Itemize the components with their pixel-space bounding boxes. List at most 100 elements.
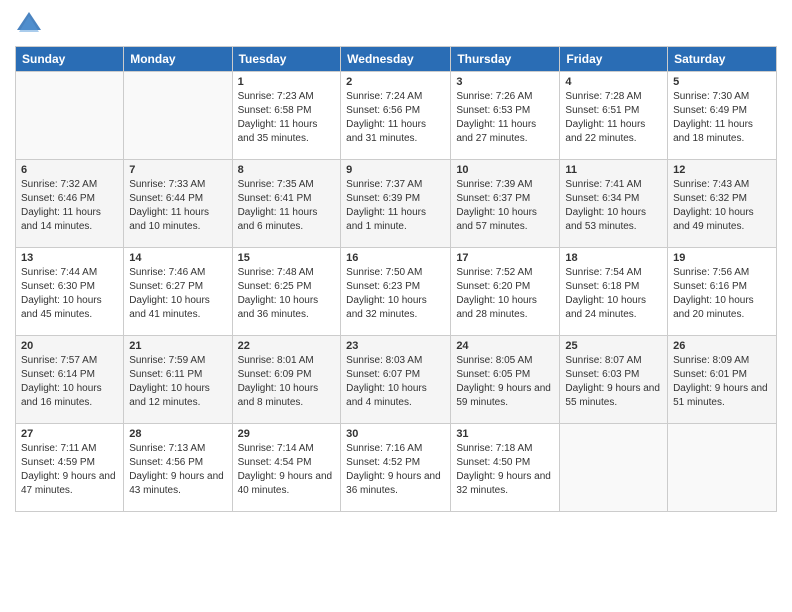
day-cell: 18 Sunrise: 7:54 AMSunset: 6:18 PMDayligh… xyxy=(560,248,668,336)
day-cell: 31Sunrise: 7:18 AMSunset: 4:50 PMDayligh… xyxy=(451,424,560,512)
day-info: Sunrise: 7:50 AMSunset: 6:23 PMDaylight:… xyxy=(346,266,445,322)
day-number: 1 xyxy=(238,76,336,88)
day-info: Sunrise: 7:11 AMSunset: 4:59 PMDaylight:… xyxy=(21,442,118,498)
day-number: 4 xyxy=(565,76,662,88)
day-cell: 4 Sunrise: 7:28 AMSunset: 6:51 PMDaylight… xyxy=(560,72,668,160)
day-cell: 11 Sunrise: 7:41 AMSunset: 6:34 PMDayligh… xyxy=(560,160,668,248)
day-cell xyxy=(560,424,668,512)
calendar-table: SundayMondayTuesdayWednesdayThursdayFrid… xyxy=(15,46,777,512)
day-info: Sunrise: 7:14 AMSunset: 4:54 PMDaylight:… xyxy=(238,442,336,498)
day-info: Sunrise: 8:03 AMSunset: 6:07 PMDaylight:… xyxy=(346,354,445,410)
day-info: Sunrise: 7:30 AMSunset: 6:49 PMDaylight:… xyxy=(673,90,771,146)
day-cell: 8Sunrise: 7:35 AMSunset: 6:41 PMDaylight… xyxy=(232,160,341,248)
day-info: Sunrise: 7:41 AMSunset: 6:34 PMDaylight:… xyxy=(565,178,662,234)
day-cell: 30 Sunrise: 7:16 AMSunset: 4:52 PMDayligh… xyxy=(341,424,451,512)
day-info: Sunrise: 8:09 AMSunset: 6:01 PMDaylight:… xyxy=(673,354,771,410)
day-info: Sunrise: 7:57 AMSunset: 6:14 PMDaylight:… xyxy=(21,354,118,410)
day-number: 24 xyxy=(456,340,554,352)
day-info: Sunrise: 7:18 AMSunset: 4:50 PMDaylight:… xyxy=(456,442,554,498)
day-cell: 15Sunrise: 7:48 AMSunset: 6:25 PMDayligh… xyxy=(232,248,341,336)
day-number: 3 xyxy=(456,76,554,88)
day-info: Sunrise: 7:26 AMSunset: 6:53 PMDaylight:… xyxy=(456,90,554,146)
day-info: Sunrise: 7:13 AMSunset: 4:56 PMDaylight:… xyxy=(129,442,226,498)
day-number: 30 xyxy=(346,428,445,440)
day-cell: 19 Sunrise: 7:56 AMSunset: 6:16 PMDayligh… xyxy=(668,248,777,336)
day-cell: 1 Sunrise: 7:23 AMSunset: 6:58 PMDaylight… xyxy=(232,72,341,160)
day-number: 22 xyxy=(238,340,336,352)
day-cell: 21 Sunrise: 7:59 AMSunset: 6:11 PMDayligh… xyxy=(124,336,232,424)
day-number: 19 xyxy=(673,252,771,264)
day-number: 13 xyxy=(21,252,118,264)
day-info: Sunrise: 7:24 AMSunset: 6:56 PMDaylight:… xyxy=(346,90,445,146)
day-info: Sunrise: 7:32 AMSunset: 6:46 PMDaylight:… xyxy=(21,178,118,234)
day-info: Sunrise: 7:28 AMSunset: 6:51 PMDaylight:… xyxy=(565,90,662,146)
day-info: Sunrise: 7:56 AMSunset: 6:16 PMDaylight:… xyxy=(673,266,771,322)
week-row-5: 27 Sunrise: 7:11 AMSunset: 4:59 PMDayligh… xyxy=(16,424,777,512)
day-number: 10 xyxy=(456,164,554,176)
day-number: 6 xyxy=(21,164,118,176)
day-number: 12 xyxy=(673,164,771,176)
day-cell: 2 Sunrise: 7:24 AMSunset: 6:56 PMDaylight… xyxy=(341,72,451,160)
day-number: 17 xyxy=(456,252,554,264)
day-cell: 22 Sunrise: 8:01 AMSunset: 6:09 PMDayligh… xyxy=(232,336,341,424)
day-cell: 28 Sunrise: 7:13 AMSunset: 4:56 PMDayligh… xyxy=(124,424,232,512)
day-number: 14 xyxy=(129,252,226,264)
weekday-header-friday: Friday xyxy=(560,47,668,72)
day-number: 25 xyxy=(565,340,662,352)
day-number: 28 xyxy=(129,428,226,440)
day-number: 9 xyxy=(346,164,445,176)
day-number: 21 xyxy=(129,340,226,352)
day-cell: 27 Sunrise: 7:11 AMSunset: 4:59 PMDayligh… xyxy=(16,424,124,512)
day-number: 26 xyxy=(673,340,771,352)
weekday-header-thursday: Thursday xyxy=(451,47,560,72)
day-cell: 20 Sunrise: 7:57 AMSunset: 6:14 PMDayligh… xyxy=(16,336,124,424)
day-number: 29 xyxy=(238,428,336,440)
day-cell: 25 Sunrise: 8:07 AMSunset: 6:03 PMDayligh… xyxy=(560,336,668,424)
week-row-1: 1 Sunrise: 7:23 AMSunset: 6:58 PMDaylight… xyxy=(16,72,777,160)
day-info: Sunrise: 7:46 AMSunset: 6:27 PMDaylight:… xyxy=(129,266,226,322)
day-number: 5 xyxy=(673,76,771,88)
day-cell: 26 Sunrise: 8:09 AMSunset: 6:01 PMDayligh… xyxy=(668,336,777,424)
day-info: Sunrise: 8:01 AMSunset: 6:09 PMDaylight:… xyxy=(238,354,336,410)
day-number: 20 xyxy=(21,340,118,352)
day-cell: 5 Sunrise: 7:30 AMSunset: 6:49 PMDaylight… xyxy=(668,72,777,160)
day-cell: 29 Sunrise: 7:14 AMSunset: 4:54 PMDayligh… xyxy=(232,424,341,512)
header xyxy=(15,10,777,38)
week-row-3: 13Sunrise: 7:44 AMSunset: 6:30 PMDayligh… xyxy=(16,248,777,336)
day-info: Sunrise: 7:54 AMSunset: 6:18 PMDaylight:… xyxy=(565,266,662,322)
day-number: 15 xyxy=(238,252,336,264)
weekday-header-sunday: Sunday xyxy=(16,47,124,72)
day-number: 27 xyxy=(21,428,118,440)
day-number: 11 xyxy=(565,164,662,176)
day-number: 23 xyxy=(346,340,445,352)
day-number: 18 xyxy=(565,252,662,264)
day-number: 8 xyxy=(238,164,336,176)
day-info: Sunrise: 8:07 AMSunset: 6:03 PMDaylight:… xyxy=(565,354,662,410)
day-info: Sunrise: 7:16 AMSunset: 4:52 PMDaylight:… xyxy=(346,442,445,498)
weekday-header-row: SundayMondayTuesdayWednesdayThursdayFrid… xyxy=(16,47,777,72)
day-info: Sunrise: 7:59 AMSunset: 6:11 PMDaylight:… xyxy=(129,354,226,410)
day-cell: 13Sunrise: 7:44 AMSunset: 6:30 PMDayligh… xyxy=(16,248,124,336)
day-cell: 10 Sunrise: 7:39 AMSunset: 6:37 PMDayligh… xyxy=(451,160,560,248)
day-cell: 24 Sunrise: 8:05 AMSunset: 6:05 PMDayligh… xyxy=(451,336,560,424)
day-cell: 12Sunrise: 7:43 AMSunset: 6:32 PMDayligh… xyxy=(668,160,777,248)
weekday-header-tuesday: Tuesday xyxy=(232,47,341,72)
weekday-header-monday: Monday xyxy=(124,47,232,72)
day-cell: 3 Sunrise: 7:26 AMSunset: 6:53 PMDaylight… xyxy=(451,72,560,160)
page: SundayMondayTuesdayWednesdayThursdayFrid… xyxy=(0,0,792,612)
day-cell: 7 Sunrise: 7:33 AMSunset: 6:44 PMDaylight… xyxy=(124,160,232,248)
day-cell: 16 Sunrise: 7:50 AMSunset: 6:23 PMDayligh… xyxy=(341,248,451,336)
day-number: 7 xyxy=(129,164,226,176)
day-info: Sunrise: 7:23 AMSunset: 6:58 PMDaylight:… xyxy=(238,90,336,146)
day-info: Sunrise: 7:33 AMSunset: 6:44 PMDaylight:… xyxy=(129,178,226,234)
week-row-4: 20 Sunrise: 7:57 AMSunset: 6:14 PMDayligh… xyxy=(16,336,777,424)
day-cell: 17 Sunrise: 7:52 AMSunset: 6:20 PMDayligh… xyxy=(451,248,560,336)
day-number: 16 xyxy=(346,252,445,264)
day-cell: 9Sunrise: 7:37 AMSunset: 6:39 PMDaylight… xyxy=(341,160,451,248)
weekday-header-wednesday: Wednesday xyxy=(341,47,451,72)
day-info: Sunrise: 7:52 AMSunset: 6:20 PMDaylight:… xyxy=(456,266,554,322)
day-cell: 14 Sunrise: 7:46 AMSunset: 6:27 PMDayligh… xyxy=(124,248,232,336)
day-number: 2 xyxy=(346,76,445,88)
day-info: Sunrise: 8:05 AMSunset: 6:05 PMDaylight:… xyxy=(456,354,554,410)
day-info: Sunrise: 7:39 AMSunset: 6:37 PMDaylight:… xyxy=(456,178,554,234)
